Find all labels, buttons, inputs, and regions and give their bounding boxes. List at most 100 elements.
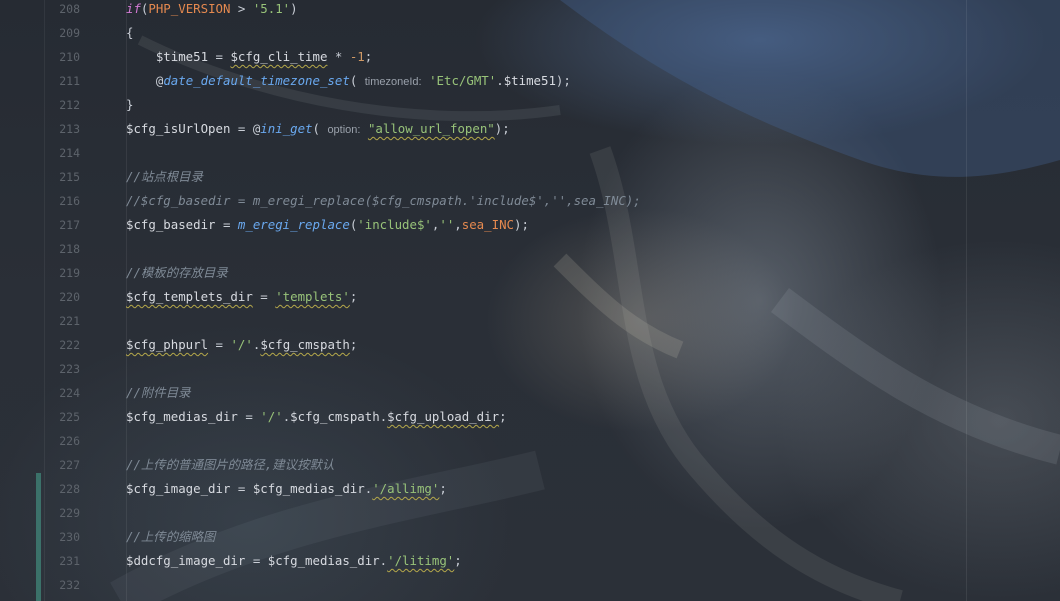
code-line[interactable]: 229 <box>0 501 1060 525</box>
code-line[interactable]: 209 { <box>0 21 1060 45</box>
code-token: '/litimg' <box>387 553 455 568</box>
code-token: ; <box>349 337 358 352</box>
line-number[interactable]: 219 <box>0 261 80 285</box>
line-number[interactable]: 229 <box>0 501 80 525</box>
code-line[interactable]: 222 $cfg_phpurl = '/'.$cfg_cmspath; <box>0 333 1060 357</box>
code-line[interactable]: 230 //上传的缩略图 <box>0 525 1060 549</box>
code-token: //上传的普通图片的路径,建议按默认 <box>126 457 335 472</box>
code-line[interactable]: 208 if(PHP_VERSION > '5.1') <box>0 0 1060 21</box>
code-line[interactable]: 216 //$cfg_basedir = m_eregi_replace($cfg… <box>0 189 1060 213</box>
code-token: = <box>237 409 261 424</box>
code-token: = <box>208 49 231 64</box>
code-token: $ddcfg_image_dir <box>126 553 246 568</box>
code-token: //站点根目录 <box>126 169 203 184</box>
code-editor[interactable]: 208 if(PHP_VERSION > '5.1') 209 {210 $time5… <box>0 0 1060 601</box>
code-line[interactable]: 213 $cfg_isUrlOpen = @ini_get( option: "a… <box>0 117 1060 141</box>
line-number[interactable]: 221 <box>0 309 80 333</box>
line-text[interactable]: //上传的普通图片的路径,建议按默认 <box>126 453 334 477</box>
line-text[interactable]: $ddcfg_image_dir = $cfg_medias_dir.'/lit… <box>126 549 462 573</box>
line-number[interactable]: 232 <box>0 573 80 597</box>
code-line[interactable]: 224 //附件目录 <box>0 381 1060 405</box>
code-token: $cfg_upload_dir <box>387 409 500 424</box>
code-line[interactable]: 231 $ddcfg_image_dir = $cfg_medias_dir.'/… <box>0 549 1060 573</box>
line-text[interactable]: $cfg_templets_dir = 'templets'; <box>126 285 357 309</box>
line-number[interactable]: 226 <box>0 429 80 453</box>
line-number[interactable]: 210 <box>0 45 80 69</box>
line-number[interactable]: 223 <box>0 357 80 381</box>
code-token: $cfg_isUrlOpen <box>126 121 231 136</box>
code-token: = <box>252 289 276 304</box>
line-text[interactable]: $cfg_medias_dir = '/'.$cfg_cmspath.$cfg_… <box>126 405 507 429</box>
line-number[interactable]: 220 <box>0 285 80 309</box>
code-token: } <box>126 97 134 112</box>
line-text[interactable]: //上传的缩略图 <box>126 525 215 549</box>
line-number[interactable]: 224 <box>0 381 80 405</box>
line-text[interactable]: } <box>126 93 133 117</box>
code-area[interactable]: 208 if(PHP_VERSION > '5.1') 209 {210 $time5… <box>0 0 1060 597</box>
code-token: $time51 <box>126 49 209 64</box>
line-number[interactable]: 222 <box>0 333 80 357</box>
line-number[interactable]: 231 <box>0 549 80 573</box>
code-token: PHP_VERSION <box>148 1 231 16</box>
code-token: . <box>379 553 388 568</box>
line-number[interactable]: 215 <box>0 165 80 189</box>
code-line[interactable]: 218 <box>0 237 1060 261</box>
line-text[interactable]: $cfg_basedir = m_eregi_replace('include$… <box>126 213 529 237</box>
line-text[interactable]: //站点根目录 <box>126 165 203 189</box>
line-text[interactable]: $time51 = $cfg_cli_time * -1; <box>126 45 372 69</box>
line-text[interactable]: $cfg_phpurl = '/'.$cfg_cmspath; <box>126 333 357 357</box>
code-line[interactable]: 223 <box>0 357 1060 381</box>
line-number[interactable]: 225 <box>0 405 80 429</box>
code-line[interactable]: 211 @date_default_timezone_set( timezone… <box>0 69 1060 93</box>
code-token: $cfg_medias_dir <box>267 553 380 568</box>
code-line[interactable]: 225 $cfg_medias_dir = '/'.$cfg_cmspath.$c… <box>0 405 1060 429</box>
code-line[interactable]: 217 $cfg_basedir = m_eregi_replace('inclu… <box>0 213 1060 237</box>
line-number[interactable]: 230 <box>0 525 80 549</box>
code-line[interactable]: 220 $cfg_templets_dir = 'templets'; <box>0 285 1060 309</box>
parameter-hint: timezoneId: <box>364 76 422 88</box>
line-text[interactable]: //$cfg_basedir = m_eregi_replace($cfg_cm… <box>126 189 641 213</box>
code-line[interactable]: 232 <box>0 573 1060 597</box>
code-token: m_eregi_replace <box>237 217 350 232</box>
line-number[interactable]: 209 <box>0 21 80 45</box>
line-text[interactable]: $cfg_image_dir = $cfg_medias_dir.'/allim… <box>126 477 447 501</box>
code-line[interactable]: 214 <box>0 141 1060 165</box>
code-line[interactable]: 226 <box>0 429 1060 453</box>
line-number[interactable]: 227 <box>0 453 80 477</box>
line-number[interactable]: 213 <box>0 117 80 141</box>
line-text[interactable]: @date_default_timezone_set( timezoneId: … <box>126 69 571 94</box>
line-number[interactable]: 208 <box>0 0 80 21</box>
line-text[interactable]: { <box>126 21 133 45</box>
code-token: "allow_url_fopen" <box>367 121 495 136</box>
code-token: , <box>454 217 462 232</box>
line-text[interactable]: if(PHP_VERSION > '5.1') <box>126 0 298 21</box>
line-number[interactable]: 218 <box>0 237 80 261</box>
code-line[interactable]: 215 //站点根目录 <box>0 165 1060 189</box>
line-number[interactable]: 212 <box>0 93 80 117</box>
line-text[interactable]: $cfg_isUrlOpen = @ini_get( option: "allo… <box>126 117 510 142</box>
line-number[interactable]: 216 <box>0 189 80 213</box>
line-number[interactable]: 217 <box>0 213 80 237</box>
code-token: $cfg_image_dir <box>126 481 231 496</box>
code-token: ; <box>439 481 447 496</box>
code-line[interactable]: 210 $time51 = $cfg_cli_time * -1; <box>0 45 1060 69</box>
code-token: > <box>230 1 253 16</box>
code-token: '/' <box>230 337 253 352</box>
code-token: 'include$' <box>357 217 432 232</box>
line-number[interactable]: 228 <box>0 477 80 501</box>
code-line[interactable]: 212} <box>0 93 1060 117</box>
code-token: . <box>496 73 504 88</box>
code-line[interactable]: 228 $cfg_image_dir = $cfg_medias_dir.'/al… <box>0 477 1060 501</box>
line-text[interactable]: //附件目录 <box>126 381 190 405</box>
code-token: ); <box>494 121 510 136</box>
code-line[interactable]: 221 <box>0 309 1060 333</box>
line-number[interactable]: 211 <box>0 69 80 93</box>
code-token: //附件目录 <box>126 385 191 400</box>
code-token: //$cfg_basedir = m_eregi_replace($cfg_cm… <box>126 193 641 208</box>
code-token: 'templets' <box>275 289 350 304</box>
line-text[interactable]: //模板的存放目录 <box>126 261 228 285</box>
code-line[interactable]: 227 //上传的普通图片的路径,建议按默认 <box>0 453 1060 477</box>
line-number[interactable]: 214 <box>0 141 80 165</box>
code-line[interactable]: 219 //模板的存放目录 <box>0 261 1060 285</box>
